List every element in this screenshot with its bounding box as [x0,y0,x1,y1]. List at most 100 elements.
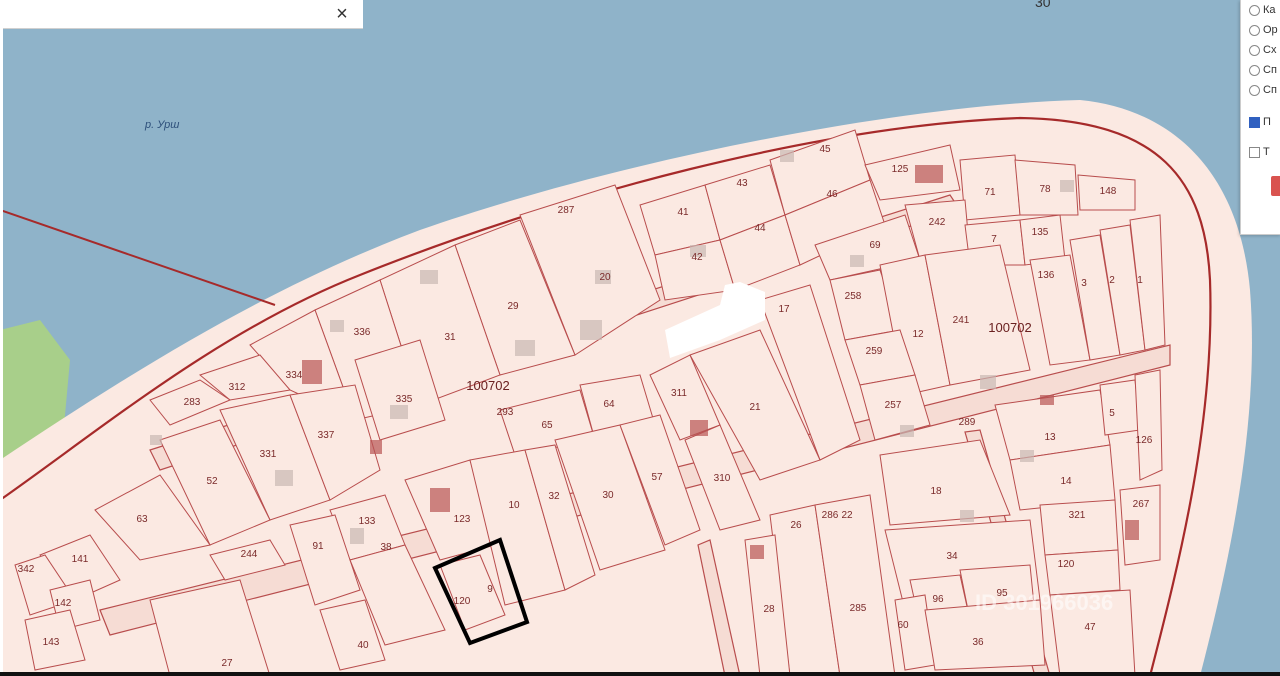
plot-number-label: 286 [822,510,839,521]
plot-number-label: 91 [312,541,324,552]
plot-number-label: 289 [959,417,976,428]
plot-number-label: 13 [1044,432,1056,443]
plot-number-label: 1 [1137,275,1143,286]
plot-number-label: 12 [912,329,924,340]
plot-number-label: 143 [43,637,60,648]
layer-checkbox[interactable]: П [1249,114,1271,130]
plot-number-label: 141 [72,554,89,565]
checkbox-icon[interactable] [1249,146,1260,158]
plot-number-label: 259 [866,346,883,357]
plot-number-label: 78 [1039,184,1051,195]
plot-number-label: 342 [18,564,35,575]
plot-number-label: 311 [671,388,687,399]
plot-number-label: 20 [599,272,611,283]
plot-number-label: 242 [929,217,946,228]
plot-number-label: 2 [1109,275,1115,286]
plot-number-label: 31 [444,332,456,343]
layer-option[interactable]: Ка [1249,2,1276,18]
radio-icon[interactable] [1249,4,1260,16]
layer-option[interactable]: Сп [1249,82,1277,98]
plot-number-label: 44 [754,223,766,234]
plot-number-label: 334 [286,370,303,381]
plot-number-label: 65 [541,420,553,431]
plot-number-label: 267 [1133,499,1150,510]
plot-number-label: 321 [1069,510,1086,521]
plot-number-label: 45 [819,144,831,155]
map-viewer[interactable]: р. Урш 100702 100702 ID 301966036 45 41 43… [0,0,1280,676]
checkbox-icon[interactable] [1249,116,1260,128]
panel-action-button[interactable] [1271,176,1280,196]
layer-checkbox[interactable]: Т [1249,144,1270,160]
plot-number-label: 335 [396,394,413,405]
plot-number-label: 7 [991,234,997,245]
frame-edge [0,672,1280,676]
plot-number-label: 120 [454,596,471,607]
plot-number-label: 42 [691,252,703,263]
plot-number-label: 43 [736,178,748,189]
plot-number-label: 9 [487,584,493,595]
plot-number-label: 5 [1109,408,1115,419]
plot-number-label: 258 [845,291,862,302]
plot-number-label: 257 [885,400,902,411]
plot-number-label: 10 [508,500,520,511]
plot-number-label: 18 [930,486,942,497]
plot-number-label: 336 [354,327,371,338]
layer-option[interactable]: Ор [1249,22,1278,38]
plot-number-label: 95 [996,588,1008,599]
layer-option[interactable]: Сх [1249,42,1276,58]
plot-number-label: 46 [826,189,838,200]
plot-number-label: 136 [1038,270,1055,281]
close-button[interactable]: × [331,3,353,25]
plot-number-label: 120 [1058,559,1075,570]
info-bar: × [0,0,363,29]
plot-number-label: 133 [359,516,376,527]
cadastral-map[interactable]: р. Урш 100702 100702 ID 301966036 454143… [0,0,1280,676]
plot-number-label: 21 [749,402,761,413]
plot-number-label: 287 [558,205,575,216]
frame-edge [0,0,3,676]
plot-number-label: 29 [507,301,519,312]
plot-number-label: 32 [548,491,560,502]
plot-number-label: 69 [869,240,881,251]
plot-number-label: 60 [897,620,909,631]
plot-number-label: 28 [763,604,775,615]
plot-number-label: 148 [1100,186,1117,197]
plot-number-label: 38 [380,542,392,553]
plot-number-label: 244 [241,549,258,560]
plot-number-label: 71 [984,187,996,198]
plot-number-label: 125 [892,164,909,175]
plot-number-label: 241 [953,315,970,326]
plot-number-label: 26 [790,520,802,531]
radio-icon[interactable] [1249,84,1260,96]
plot-number-label: 40 [357,640,369,651]
plot-number-label: 22 [841,510,853,521]
plot-number-label: 142 [55,598,72,609]
radio-icon[interactable] [1249,64,1260,76]
top-number-label: 30 [1035,0,1051,10]
plot-number-label: 126 [1136,435,1153,446]
plot-number-label: 96 [932,594,944,605]
quarter-label: 100702 [988,320,1031,335]
plot-number-label: 14 [1060,476,1072,487]
plot-number-label: 293 [497,407,514,418]
layer-panel[interactable]: Ка Ор Сх Сп Сп П Т [1240,0,1280,235]
plot-number-label: 123 [454,514,471,525]
plot-number-label: 63 [136,514,148,525]
plot-number-label: 17 [778,304,790,315]
plot-number-label: 283 [184,397,201,408]
plot-number-label: 3 [1081,278,1087,289]
plot-number-label: 30 [602,490,614,501]
plot-number-label: 337 [318,430,335,441]
radio-icon[interactable] [1249,44,1260,56]
plot-number-label: 36 [972,637,984,648]
plot-number-label: 34 [946,551,958,562]
plot-number-label: 135 [1032,227,1049,238]
plot-number-label: 64 [603,399,615,410]
plot-number-label: 47 [1084,622,1096,633]
layer-option[interactable]: Сп [1249,62,1277,78]
radio-icon[interactable] [1249,24,1260,36]
plot-number-label: 310 [714,473,731,484]
quarter-label: 100702 [466,378,509,393]
plot-number-label: 27 [221,658,233,669]
plot-number-label: 285 [850,603,867,614]
